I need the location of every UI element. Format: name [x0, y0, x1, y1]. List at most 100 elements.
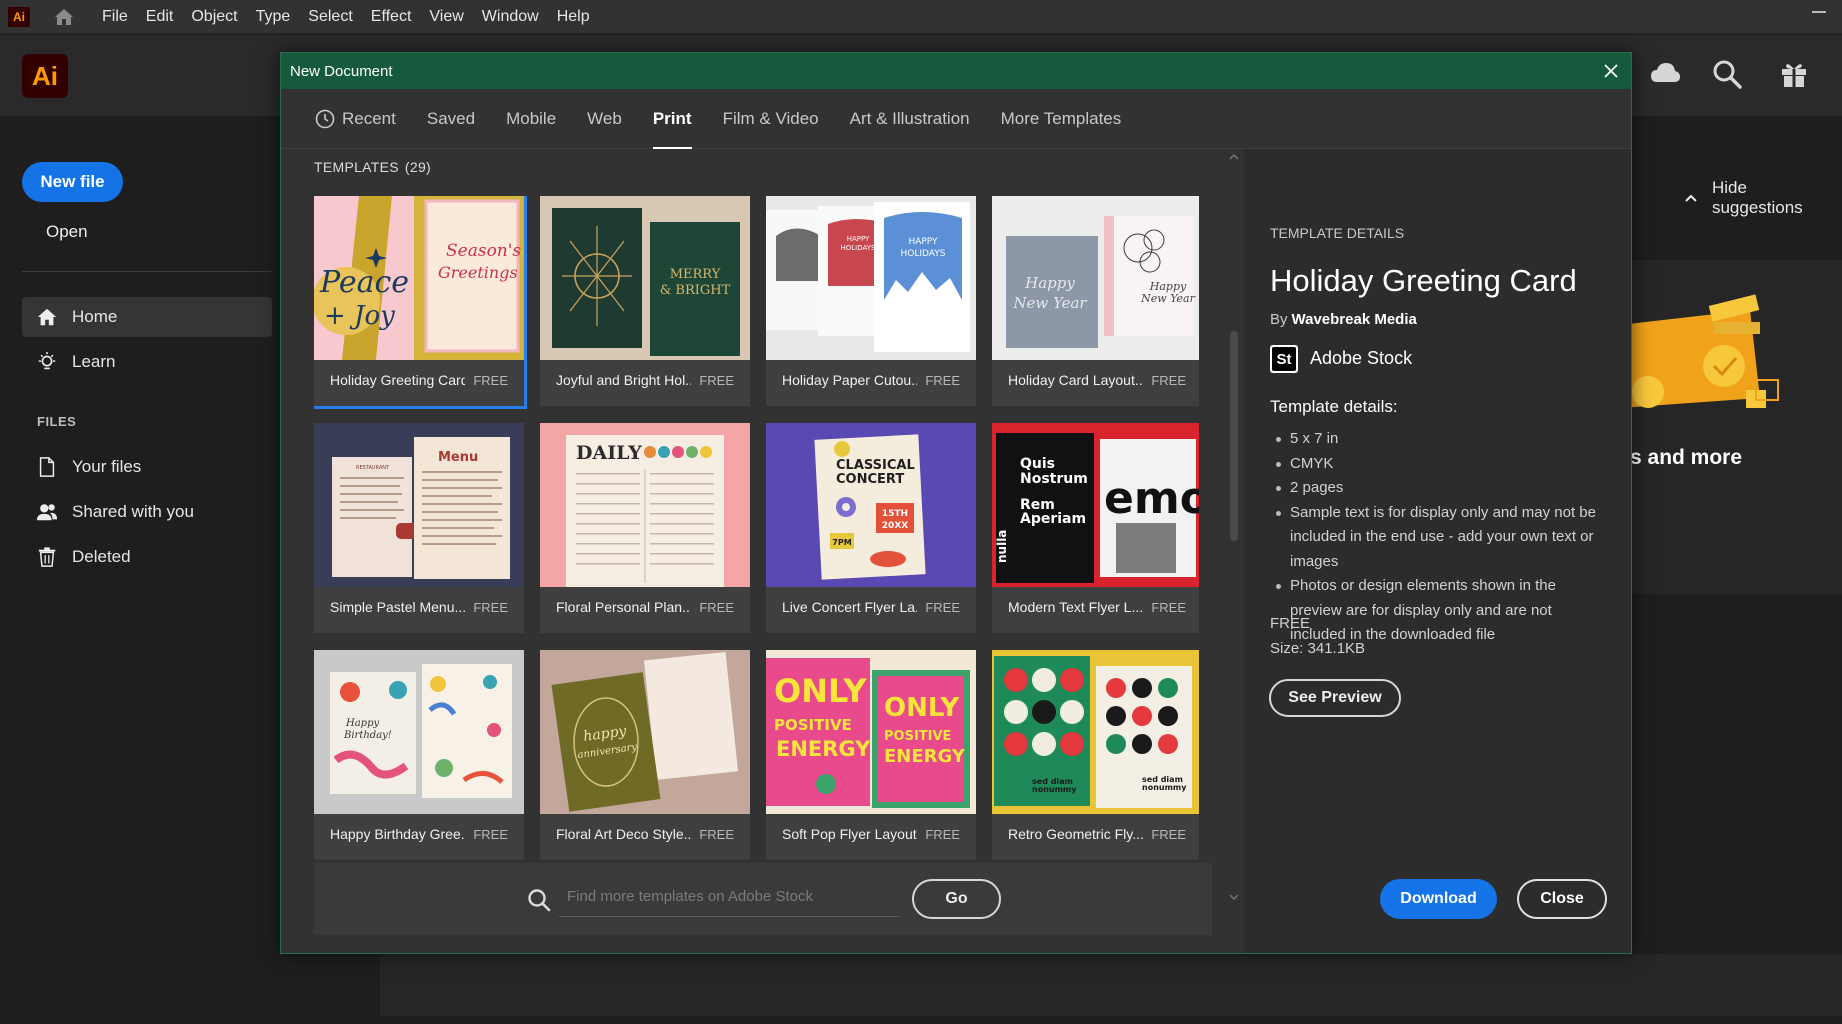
hide-suggestions-label: Hide suggestions [1711, 178, 1803, 217]
template-thumbnail: CLASSICAL CONCERT 15TH 20XX 7PM [766, 423, 976, 587]
tab-web[interactable]: Web [587, 89, 622, 149]
template-price: FREE [1151, 373, 1186, 388]
template-card-simple-pastel-menu[interactable]: RESTAURANT Menu Simple Pastel Menu... FR… [314, 423, 524, 633]
menu-help[interactable]: Help [557, 8, 590, 26]
details-title: Holiday Greeting Card [1270, 263, 1577, 298]
hide-suggestions-button[interactable]: Hide suggestions [1684, 178, 1842, 218]
scrollbar-thumb[interactable] [1230, 331, 1238, 541]
thumb-text: ONLY [884, 693, 960, 723]
file-icon [39, 457, 55, 477]
new-document-dialog: New Document Recent Saved Mobile Web Pri… [280, 52, 1632, 954]
template-card-floral-art-deco[interactable]: happy anniversary Floral Art Deco Style.… [540, 650, 750, 860]
cloud-icon[interactable] [1648, 57, 1682, 91]
tab-label: Mobile [506, 108, 557, 128]
close-button[interactable]: Close [1517, 879, 1607, 919]
home-icon[interactable] [52, 5, 76, 29]
template-card-happy-birthday[interactable]: Happy Birthday! Happy Birthday Gree... F… [314, 650, 524, 860]
menu-object[interactable]: Object [191, 8, 237, 26]
see-preview-button[interactable]: See Preview [1269, 679, 1401, 717]
template-thumbnail: HAPPY HOLIDAYS HAPPY HOLIDAYS [766, 196, 976, 360]
sidebar-item-your-files[interactable]: Your files [22, 447, 272, 487]
menu-edit[interactable]: Edit [146, 8, 174, 26]
details-list-item: 2 pages [1276, 476, 1606, 501]
scroll-down-icon[interactable] [1228, 891, 1240, 903]
template-name: Floral Art Deco Style... [556, 826, 691, 842]
tab-more-templates[interactable]: More Templates [1001, 89, 1122, 149]
template-card-floral-personal-planner[interactable]: DAILY Floral Personal Plan... FREE [540, 423, 750, 633]
tab-recent[interactable]: Recent [315, 89, 396, 149]
tab-saved[interactable]: Saved [427, 89, 475, 149]
menu-view[interactable]: View [429, 8, 463, 26]
stock-search-input[interactable] [559, 877, 899, 917]
template-card-joyful-bright[interactable]: MERRY & BRIGHT Joyful and Bright Hol... … [540, 196, 750, 406]
template-scrollbar[interactable] [1228, 151, 1240, 911]
template-price: FREE [473, 373, 508, 388]
minimize-button[interactable] [1812, 11, 1826, 13]
template-thumbnail: happy anniversary [540, 650, 750, 814]
menu-file[interactable]: File [102, 8, 128, 26]
template-name: Holiday Greeting Card [330, 372, 465, 388]
thumb-text: HAPPY [908, 237, 938, 247]
suggestion-card[interactable]: s and more [1620, 260, 1842, 594]
tab-label: Film & Video [722, 108, 819, 128]
tab-label: Web [587, 108, 622, 128]
template-card-retro-geometric-flyer[interactable]: sed diam nonummy sed diam nonummy Retro … [992, 650, 1199, 860]
template-card-holiday-paper-cutout[interactable]: HAPPY HOLIDAYS HAPPY HOLIDAYS Holiday Pa… [766, 196, 976, 406]
menu-type[interactable]: Type [256, 8, 291, 26]
template-price: FREE [925, 373, 960, 388]
menu-effect[interactable]: Effect [371, 8, 412, 26]
search-icon[interactable] [1710, 57, 1744, 91]
template-price: FREE [925, 600, 960, 615]
template-card-holiday-card-layout[interactable]: Happy New Year Happy New Year Holiday Ca… [992, 196, 1199, 406]
menu-select[interactable]: Select [308, 8, 352, 26]
template-name: Retro Geometric Fly... [1008, 826, 1143, 842]
download-button[interactable]: Download [1380, 879, 1497, 919]
app-mini-logo: Ai [8, 6, 30, 27]
author-name: Wavebreak Media [1291, 311, 1417, 328]
details-price: FREE [1270, 615, 1311, 632]
details-list-item: Sample text is for display only and may … [1276, 501, 1606, 575]
home-icon [37, 308, 57, 326]
tab-print[interactable]: Print [652, 89, 692, 149]
sidebar-item-home[interactable]: Home [22, 297, 272, 337]
sidebar-item-learn[interactable]: Learn [22, 342, 272, 382]
gift-icon[interactable] [1777, 57, 1811, 91]
suggestions-area: Hide suggestions s and more [1620, 116, 1842, 1024]
template-name: Modern Text Flyer L... [1008, 599, 1143, 615]
open-link[interactable]: Open [46, 222, 88, 242]
new-file-button[interactable]: New file [22, 162, 123, 202]
lightbulb-icon [38, 351, 56, 370]
template-thumbnail: Happy Birthday! [314, 650, 524, 814]
sidebar-item-shared-with-you[interactable]: Shared with you [22, 492, 272, 532]
thumb-text: RESTAURANT [356, 465, 390, 471]
tab-film-video[interactable]: Film & Video [723, 89, 819, 149]
template-card-soft-pop-flyer[interactable]: ONLY POSITIVE ENERGY ONLY POSITIVE ENERG… [766, 650, 976, 860]
thumb-text: Nostrum [1020, 471, 1088, 487]
template-card-live-concert-flyer[interactable]: CLASSICAL CONCERT 15TH 20XX 7PM Live Con… [766, 423, 976, 633]
templates-heading: TEMPLATES (29) [314, 159, 431, 175]
tab-mobile[interactable]: Mobile [506, 89, 556, 149]
template-price: FREE [699, 373, 734, 388]
menu-window[interactable]: Window [482, 8, 539, 26]
menu-bar: Ai File Edit Object Type Select Effect V… [0, 0, 1842, 34]
thumb-text: New Year [1012, 294, 1087, 312]
thumb-text: Aperiam [1020, 511, 1086, 527]
template-card-modern-text-flyer[interactable]: Quis Nostrum Rem Aperiam nulla emo Moder… [992, 423, 1199, 633]
go-button[interactable]: Go [912, 879, 1001, 919]
thumb-text: ONLY [774, 672, 867, 710]
thumb-text: nulla [995, 530, 1009, 563]
chevron-up-icon [1685, 194, 1697, 202]
scroll-up-icon[interactable] [1228, 151, 1240, 163]
thumb-text: DAILY [576, 442, 642, 464]
thumb-text: ENERGY [884, 746, 966, 767]
thumb-text: Quis [1020, 456, 1055, 472]
thumb-text: Peace [319, 265, 409, 300]
sidebar-item-deleted[interactable]: Deleted [22, 537, 272, 577]
close-icon[interactable] [1601, 61, 1621, 81]
tab-art-illustration[interactable]: Art & Illustration [850, 89, 970, 149]
dialog-title: New Document [290, 62, 393, 80]
details-heading: TEMPLATE DETAILS [1270, 225, 1405, 241]
thumb-text: 15TH [882, 509, 908, 519]
template-card-holiday-greeting-card[interactable]: Peace + Joy Season's Greetings Holiday G… [314, 196, 527, 409]
details-list-item: CMYK [1276, 452, 1606, 477]
